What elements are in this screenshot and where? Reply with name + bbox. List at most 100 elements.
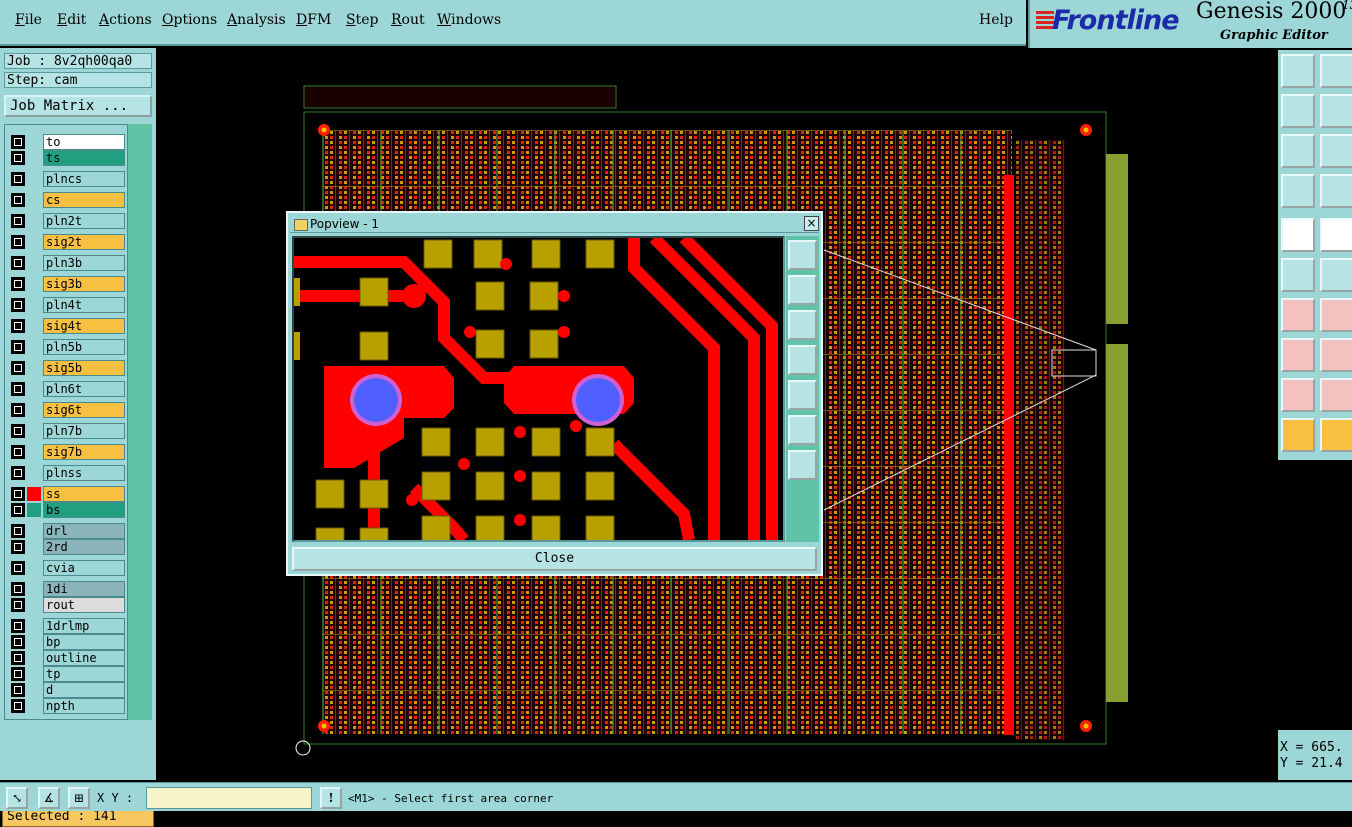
layer-row-pln3b[interactable]: pln3b	[9, 255, 125, 271]
layer-list-scrollbar[interactable]	[128, 124, 152, 720]
zoom-fit-icon[interactable]	[1281, 134, 1315, 168]
pen-icon[interactable]	[1320, 298, 1352, 332]
layer-checkbox[interactable]	[11, 172, 25, 186]
layer-row-sig2t[interactable]: sig2t	[9, 234, 125, 250]
line-icon[interactable]	[1320, 338, 1352, 372]
menu-edit[interactable]: Edit	[57, 12, 86, 28]
layer-checkbox[interactable]	[11, 582, 25, 596]
layer-row-outline[interactable]: outline	[9, 650, 125, 666]
pan-down-icon[interactable]	[1320, 54, 1352, 88]
measure-icon[interactable]	[1281, 174, 1315, 208]
layer-row-pln6t[interactable]: pln6t	[9, 381, 125, 397]
layer-checkbox[interactable]	[11, 524, 25, 538]
layer-row-1di[interactable]: 1di	[9, 581, 125, 597]
layer-row-pln7b[interactable]: pln7b	[9, 423, 125, 439]
layer-row-bs[interactable]: bs	[9, 502, 125, 518]
layer-row-to[interactable]: to	[9, 134, 125, 150]
layer-row-cs[interactable]: cs	[9, 192, 125, 208]
cross-icon[interactable]	[1320, 258, 1352, 292]
popview-canvas[interactable]	[292, 236, 785, 542]
layer-row-npth[interactable]: npth	[9, 698, 125, 714]
popview-pan-right-icon[interactable]	[788, 380, 817, 410]
menu-rout[interactable]: Rout	[391, 12, 425, 28]
board-preview[interactable]	[1278, 460, 1352, 730]
layer-row-pln5b[interactable]: pln5b	[9, 339, 125, 355]
layer-checkbox[interactable]	[11, 466, 25, 480]
layer-row-d[interactable]: d	[9, 682, 125, 698]
layer-row-sig5b[interactable]: sig5b	[9, 360, 125, 376]
popview-zoom-icon[interactable]	[788, 240, 817, 270]
layer-checkbox[interactable]	[11, 256, 25, 270]
layer-checkbox[interactable]	[11, 598, 25, 612]
pan-right-icon[interactable]	[1320, 94, 1352, 128]
line-draw-icon[interactable]	[1320, 218, 1352, 252]
job-matrix-button[interactable]: Job Matrix ...	[4, 95, 152, 117]
menu-help[interactable]: Help	[979, 12, 1013, 28]
layer-checkbox[interactable]	[11, 151, 25, 165]
layer-checkbox[interactable]	[11, 382, 25, 396]
menu-dfm[interactable]: DFM	[296, 12, 331, 28]
layer-checkbox[interactable]	[11, 561, 25, 575]
layer-checkbox[interactable]	[11, 699, 25, 713]
layer-row-plncs[interactable]: plncs	[9, 171, 125, 187]
pan-up-icon[interactable]	[1281, 54, 1315, 88]
zoom-area-icon[interactable]: ⤡	[6, 787, 28, 809]
grid-snap-icon[interactable]: ⊞	[68, 787, 90, 809]
layer-row-bp[interactable]: bp	[9, 634, 125, 650]
popview-zoom-in-icon[interactable]	[788, 450, 817, 480]
layer-checkbox[interactable]	[11, 445, 25, 459]
popview-pan-down-icon[interactable]	[788, 310, 817, 340]
layer-row-drl[interactable]: drl	[9, 523, 125, 539]
popview-pan-left-icon[interactable]	[788, 345, 817, 375]
select-box-icon[interactable]	[1320, 418, 1352, 452]
popview-title-bar[interactable]: Popview - 1	[290, 215, 819, 233]
grid-icon[interactable]	[1320, 174, 1352, 208]
measure-angle-icon[interactable]: ∡	[38, 787, 60, 809]
layer-row-ts[interactable]: ts	[9, 150, 125, 166]
layer-checkbox[interactable]	[11, 340, 25, 354]
layer-checkbox[interactable]	[11, 135, 25, 149]
layer-checkbox[interactable]	[11, 667, 25, 681]
snap-icon[interactable]	[1281, 338, 1315, 372]
pan-left-icon[interactable]	[1281, 94, 1315, 128]
layer-row-pln4t[interactable]: pln4t	[9, 297, 125, 313]
popview-zoom-out-icon[interactable]	[788, 415, 817, 445]
layer-row-ss[interactable]: ss	[9, 486, 125, 502]
layer-checkbox[interactable]	[11, 214, 25, 228]
menu-actions[interactable]: Actions	[99, 12, 152, 28]
angle-icon[interactable]	[1281, 298, 1315, 332]
popview-close-button[interactable]: Close	[292, 547, 817, 571]
menu-windows[interactable]: Windows	[437, 12, 501, 28]
layer-checkbox[interactable]	[11, 235, 25, 249]
layer-checkbox[interactable]	[11, 403, 25, 417]
menu-options[interactable]: Options	[162, 12, 217, 28]
polygon-icon[interactable]	[1320, 378, 1352, 412]
layer-checkbox[interactable]	[11, 487, 25, 501]
menu-step[interactable]: Step	[346, 12, 378, 28]
layer-row-sig6t[interactable]: sig6t	[9, 402, 125, 418]
warning-icon[interactable]: !	[320, 787, 342, 809]
layer-row-tp[interactable]: tp	[9, 666, 125, 682]
layer-checkbox[interactable]	[11, 298, 25, 312]
layer-checkbox[interactable]	[11, 503, 25, 517]
zoom-home-icon[interactable]	[1320, 134, 1352, 168]
layer-checkbox[interactable]	[11, 651, 25, 665]
layer-checkbox[interactable]	[11, 424, 25, 438]
xy-input[interactable]	[146, 787, 312, 809]
layer-row-sig3b[interactable]: sig3b	[9, 276, 125, 292]
layer-checkbox[interactable]	[11, 361, 25, 375]
layer-checkbox[interactable]	[11, 319, 25, 333]
layer-row-cvia[interactable]: cvia	[9, 560, 125, 576]
layer-checkbox[interactable]	[11, 277, 25, 291]
layer-row-pln2t[interactable]: pln2t	[9, 213, 125, 229]
popview-pan-up-icon[interactable]	[788, 275, 817, 305]
layer-checkbox[interactable]	[11, 540, 25, 554]
layer-row-2rd[interactable]: 2rd	[9, 539, 125, 555]
layer-checkbox[interactable]	[11, 193, 25, 207]
menu-analysis[interactable]: Analysis	[227, 12, 286, 28]
layer-row-1drlmp[interactable]: 1drlmp	[9, 618, 125, 634]
select-pointer-icon[interactable]	[1281, 418, 1315, 452]
layer-row-sig7b[interactable]: sig7b	[9, 444, 125, 460]
layer-checkbox[interactable]	[11, 683, 25, 697]
net-icon[interactable]	[1281, 258, 1315, 292]
